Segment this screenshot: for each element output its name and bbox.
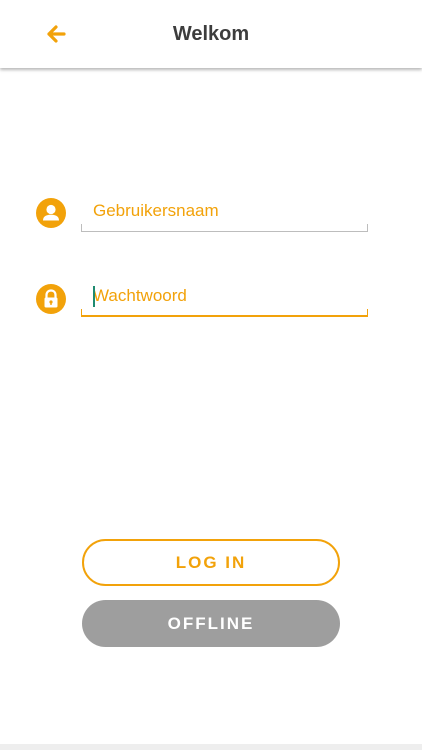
- app-header: Welkom: [0, 0, 422, 68]
- password-underline: [81, 309, 368, 317]
- bottom-divider: [0, 744, 422, 750]
- password-field[interactable]: [81, 281, 368, 317]
- back-button[interactable]: [40, 18, 72, 50]
- username-field[interactable]: [81, 196, 368, 232]
- user-icon: [36, 198, 66, 228]
- text-cursor: [93, 286, 95, 307]
- login-button[interactable]: LOG IN: [82, 539, 340, 586]
- username-input[interactable]: [81, 196, 368, 226]
- username-underline: [81, 224, 368, 232]
- lock-icon: [36, 284, 66, 314]
- password-input[interactable]: [81, 281, 368, 311]
- login-screen: Welkom LOG IN OFFLINE: [0, 0, 422, 750]
- arrow-left-icon: [47, 25, 66, 43]
- offline-button[interactable]: OFFLINE: [82, 600, 340, 647]
